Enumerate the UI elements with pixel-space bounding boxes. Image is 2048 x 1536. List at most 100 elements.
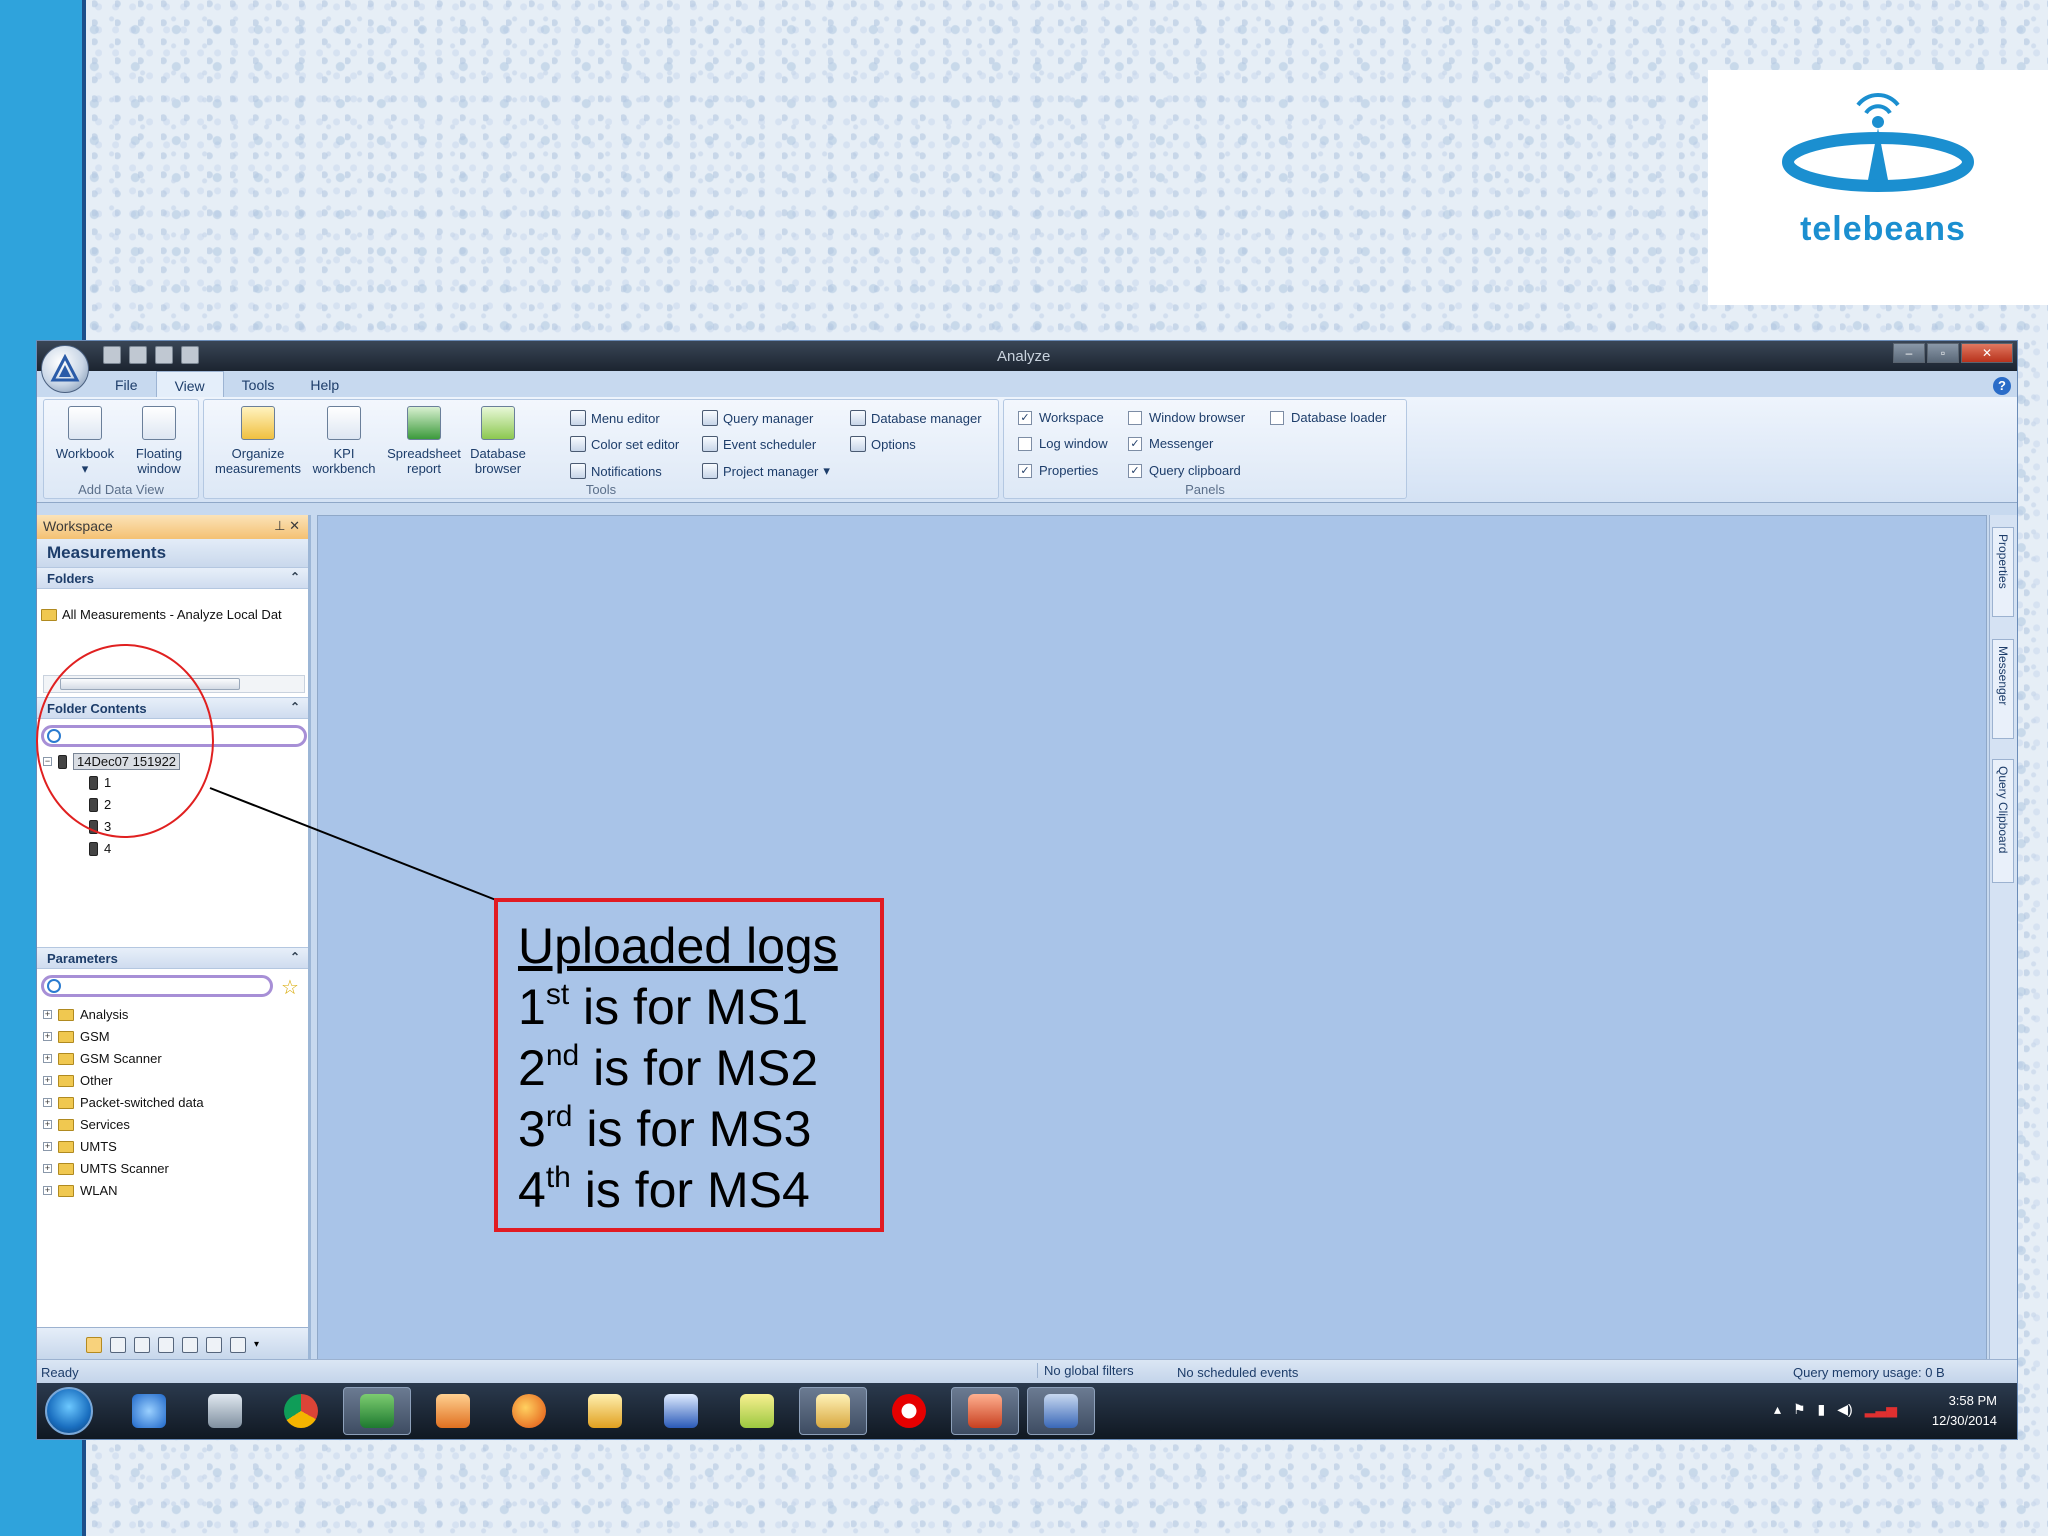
window-title: Analyze [997,348,1051,365]
panel-window-browser-checkbox[interactable]: Window browser [1128,410,1245,425]
expand-icon[interactable]: + [43,1120,52,1129]
database-browser-button[interactable]: Database browser [466,406,530,476]
param-folder-analysis[interactable]: + Analysis [43,1007,128,1022]
tab-view[interactable]: View [155,371,224,397]
query-manager-button[interactable]: Query manager [702,410,813,426]
workbook-button[interactable]: Workbook ▾ [50,406,120,476]
copy-icon[interactable] [229,1336,246,1353]
param-folder-umts-scanner[interactable]: + UMTS Scanner [43,1161,169,1176]
expand-icon[interactable]: + [43,1098,52,1107]
network-signal-icon[interactable]: ▂▃▅ [1865,1401,1897,1418]
notifications-button[interactable]: Notifications [570,463,662,479]
script-icon[interactable] [133,1336,150,1353]
open-icon[interactable] [103,346,121,364]
outlook-icon[interactable] [571,1387,639,1435]
firefox-icon[interactable] [495,1387,563,1435]
param-folder-other[interactable]: + Other [43,1073,113,1088]
spreadsheet-report-button[interactable]: Spreadsheet report [382,406,466,476]
side-tab-query-clipboard[interactable]: Query Clipboard [1992,759,2014,883]
folders-header[interactable]: Folders ⌃ [37,567,308,589]
expand-icon[interactable]: + [43,1032,52,1041]
tab-help[interactable]: Help [292,371,357,397]
panel-properties-checkbox[interactable]: ✓ Properties [1018,463,1098,478]
collapse-icon[interactable]: ⌃ [290,700,300,714]
param-folder-wlan[interactable]: + WLAN [43,1183,118,1198]
param-folder-gsm-scanner[interactable]: + GSM Scanner [43,1051,162,1066]
panel-workspace-checkbox[interactable]: ✓ Workspace [1018,410,1104,425]
clock[interactable]: 3:58 PM 12/30/2014 [1932,1391,1997,1431]
pin-icon[interactable]: ⊥ [274,518,285,533]
file-explorer-icon[interactable] [799,1387,867,1435]
star-icon[interactable]: ☆ [281,975,299,1000]
internet-explorer-icon[interactable] [115,1387,183,1435]
parameters-view-icon[interactable] [85,1336,102,1353]
ms-item-4[interactable]: 4 [89,841,111,856]
action-center-flag-icon[interactable]: ⚑ [1793,1401,1806,1418]
callout-line-3: 3rd is for MS3 [518,1100,812,1157]
media-player-icon[interactable] [419,1387,487,1435]
ribbon: Workbook ▾ Floating window Add Data View… [37,397,2017,503]
calendar-icon[interactable] [109,1336,126,1353]
windows-taskbar: ▴ ⚑ ▮ ◀) ▂▃▅ 3:58 PM 12/30/2014 [37,1383,2017,1439]
collapse-icon[interactable]: ⌃ [290,950,300,964]
project-manager-button[interactable]: Project manager ▾ [702,463,830,479]
chrome-icon[interactable] [267,1387,335,1435]
options-button[interactable]: Options [850,436,916,452]
tools-icon[interactable] [181,346,199,364]
parameters-header[interactable]: Parameters ⌃ [37,947,308,969]
snipping-tool-icon[interactable] [191,1387,259,1435]
panel-messenger-checkbox[interactable]: ✓ Messenger [1128,436,1213,451]
globe-icon[interactable] [157,1336,174,1353]
parameters-search-input[interactable] [41,975,273,997]
power-icon[interactable]: ▮ [1818,1401,1826,1418]
analyze-taskbar-icon[interactable] [1027,1387,1095,1435]
organize-measurements-button[interactable]: Organize measurements [210,406,306,476]
database-manager-button[interactable]: Database manager [850,410,982,426]
excel-icon[interactable] [343,1387,411,1435]
folder-item-all-measurements[interactable]: All Measurements - Analyze Local Dat [41,607,282,622]
close-button[interactable]: ✕ [1961,343,2013,363]
side-tab-messenger[interactable]: Messenger [1992,639,2014,739]
color-set-editor-button[interactable]: Color set editor [570,436,679,452]
param-folder-packet-switched[interactable]: + Packet-switched data [43,1095,204,1110]
help-icon[interactable]: ? [1993,377,2011,395]
volume-icon[interactable]: ◀) [1837,1401,1852,1418]
vodafone-icon[interactable] [875,1387,943,1435]
event-scheduler-button[interactable]: Event scheduler [702,436,816,452]
floating-window-button[interactable]: Floating window [124,406,194,476]
powerpoint-icon[interactable] [951,1387,1019,1435]
expand-icon[interactable]: + [43,1010,52,1019]
print-icon[interactable] [129,346,147,364]
show-hidden-icons-icon[interactable]: ▴ [1774,1401,1781,1418]
panel-log-window-checkbox[interactable]: Log window [1018,436,1108,451]
param-folder-gsm[interactable]: + GSM [43,1029,110,1044]
expand-icon[interactable]: + [43,1186,52,1195]
tab-tools[interactable]: Tools [224,371,293,397]
side-tab-properties[interactable]: Properties [1992,527,2014,617]
save-icon[interactable] [155,346,173,364]
start-button[interactable] [45,1387,93,1435]
tab-file[interactable]: File [97,371,156,397]
notes-icon[interactable] [723,1387,791,1435]
expand-icon[interactable]: + [43,1142,52,1151]
expand-icon[interactable]: + [43,1076,52,1085]
minimize-button[interactable]: – [1893,343,1925,363]
param-folder-services[interactable]: + Services [43,1117,130,1132]
chevron-down-icon[interactable]: ▾ [254,1339,259,1350]
word-icon[interactable] [647,1387,715,1435]
close-icon[interactable]: ✕ [289,518,300,533]
panel-query-clipboard-checkbox[interactable]: ✓ Query clipboard [1128,463,1241,478]
param-folder-umts[interactable]: + UMTS [43,1139,117,1154]
kpi-workbench-button[interactable]: KPI workbench [308,406,380,476]
menu-editor-button[interactable]: Menu editor [570,410,660,426]
expand-icon[interactable]: + [43,1164,52,1173]
application-menu-button[interactable] [41,345,89,393]
expand-icon[interactable]: + [43,1054,52,1063]
crop-icon[interactable] [181,1336,198,1353]
table-icon[interactable] [205,1336,222,1353]
collapse-icon[interactable]: ⌃ [290,570,300,584]
restore-button[interactable]: ▫ [1927,343,1959,363]
folder-icon [58,1030,74,1043]
workspace-navigation-bar: ▾ [37,1327,308,1361]
panel-database-loader-checkbox[interactable]: Database loader [1270,410,1386,425]
